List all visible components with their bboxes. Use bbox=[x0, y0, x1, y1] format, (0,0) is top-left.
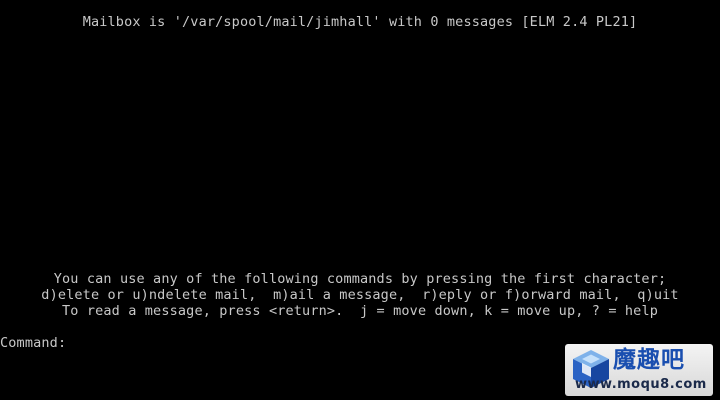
text-cursor bbox=[75, 336, 83, 349]
watermark-logo-text: 魔趣吧 bbox=[613, 347, 685, 373]
watermark-url: www.moqu8.com bbox=[575, 377, 707, 392]
mailbox-status-header: Mailbox is '/var/spool/mail/jimhall' wit… bbox=[82, 14, 638, 30]
site-watermark: 魔趣吧 www.moqu8.com bbox=[565, 344, 713, 396]
help-line: You can use any of the following command… bbox=[53, 271, 667, 287]
help-line-commands: d)elete or u)ndelete mail, m)ail a messa… bbox=[41, 287, 679, 303]
terminal-screen[interactable]: Mailbox is '/var/spool/mail/jimhall' wit… bbox=[0, 0, 720, 400]
command-prompt: Command: bbox=[0, 335, 67, 351]
help-line-navigation: To read a message, press <return>. j = m… bbox=[62, 303, 658, 319]
